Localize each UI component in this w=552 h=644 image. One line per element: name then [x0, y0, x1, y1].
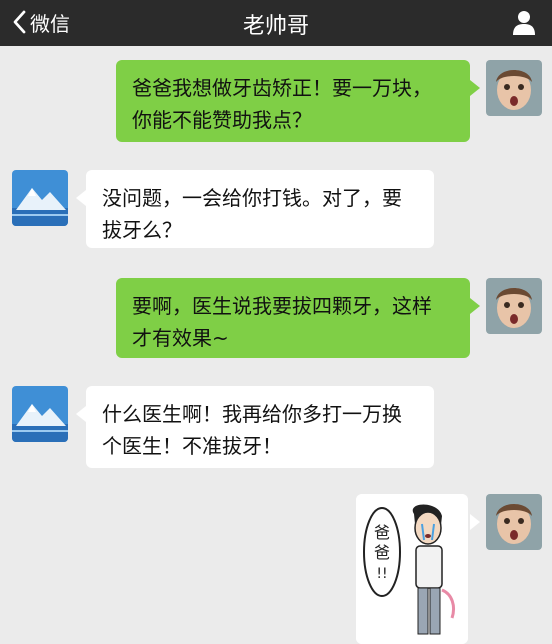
bubble-tail: [470, 514, 480, 530]
child-avatar-icon: [486, 494, 542, 550]
message-line: 什么医生啊！我再给你多打一万换: [102, 402, 402, 426]
contact-avatar[interactable]: [12, 170, 68, 226]
chat-title: 老帅哥: [242, 14, 309, 39]
person-icon[interactable]: [510, 8, 538, 36]
chat-area[interactable]: 爸爸我想做牙齿矫正！要一万块， 你能不能赞助我点？ 没问题，一会给你打钱。对了，…: [0, 46, 552, 644]
mountain-avatar-icon: [12, 386, 68, 442]
contact-avatar[interactable]: [12, 386, 68, 442]
bubble-tail: [76, 406, 86, 422]
bubble-tail: [470, 298, 480, 314]
contact-message-bubble[interactable]: 没问题，一会给你打钱。对了，要 拔牙么？: [86, 170, 434, 248]
message-line: 爸爸我想做牙齿矫正！要一万块，: [132, 76, 432, 100]
my-message-bubble[interactable]: 要啊，医生说我要拔四颗牙，这样 才有效果~: [116, 278, 470, 358]
mountain-avatar-icon: [12, 170, 68, 226]
sticker-speech-char-3: !!: [376, 566, 387, 582]
sticker-image[interactable]: 爸 爸 !!: [356, 494, 468, 644]
crying-cartoon-sticker: 爸 爸 !!: [356, 494, 468, 644]
bubble-tail: [470, 80, 480, 96]
message-line: 没问题，一会给你打钱。对了，要: [102, 186, 402, 210]
my-message-bubble[interactable]: 爸爸我想做牙齿矫正！要一万块， 你能不能赞助我点？: [116, 60, 470, 142]
message-line: 要啊，医生说我要拔四颗牙，这样: [132, 294, 432, 318]
my-avatar[interactable]: [486, 494, 542, 550]
nav-bar: 微信 老帅哥: [0, 0, 552, 46]
bubble-tail: [76, 190, 86, 206]
my-avatar[interactable]: [486, 60, 542, 116]
sticker-speech-char-2: 爸: [374, 543, 390, 562]
child-avatar-icon: [486, 278, 542, 334]
my-avatar[interactable]: [486, 278, 542, 334]
sticker-speech-char-1: 爸: [374, 523, 390, 542]
message-line: 才有效果~: [132, 326, 229, 350]
contact-message-bubble[interactable]: 什么医生啊！我再给你多打一万换 个医生！不准拔牙！: [86, 386, 434, 468]
message-line: 拔牙么？: [102, 218, 182, 242]
message-line: 你能不能赞助我点？: [132, 108, 312, 132]
message-line: 个医生！不准拔牙！: [102, 434, 282, 458]
child-avatar-icon: [486, 60, 542, 116]
